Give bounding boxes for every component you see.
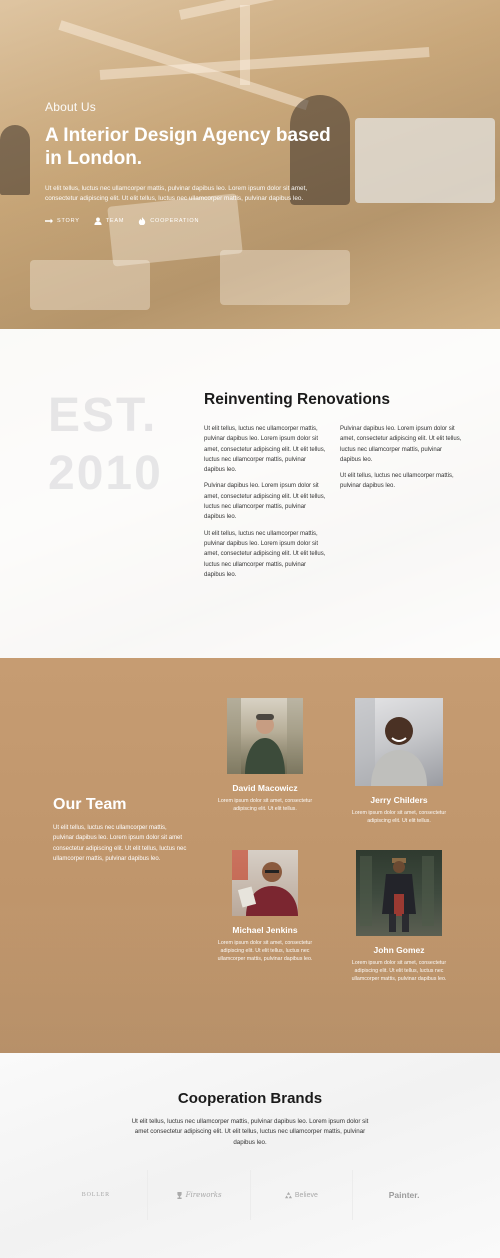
brands-description: Ut elit tellus, luctus nec ullamcorper m… <box>131 1118 369 1146</box>
avatar <box>227 698 303 774</box>
about-paragraph: Pulvinar dapibus leo. Lorem ipsum dolor … <box>340 426 462 463</box>
member-bio: Lorem ipsum dolor sit amet, consectetur … <box>351 960 447 982</box>
hero-eyebrow: About Us <box>45 100 96 114</box>
brand-name: Painter. <box>388 1190 420 1200</box>
cooperation-link[interactable]: COOPERATION <box>138 217 199 225</box>
team-link-label: TEAM <box>105 218 125 224</box>
member-bio: Lorem ipsum dolor sit amet, consectetur … <box>217 940 313 962</box>
about-column-left: Ut elit tellus, luctus nec ullamcorper m… <box>204 424 326 586</box>
avatar <box>232 850 298 916</box>
about-column-right: Pulvinar dapibus leo. Lorem ipsum dolor … <box>340 424 462 498</box>
watermark-line-2: 2010 <box>48 447 163 500</box>
hero-content: About Us A Interior Design Agency based … <box>45 100 345 225</box>
trophy-icon <box>177 1191 182 1199</box>
fire-icon <box>139 217 146 225</box>
team-member-michael: Michael Jenkins Lorem ipsum dolor sit am… <box>210 850 320 963</box>
arrow-right-icon <box>45 218 53 224</box>
member-photo <box>232 850 298 916</box>
hero-links: STORY TEAM COOPERATION <box>45 217 345 225</box>
brands-section: Cooperation Brands Ut elit tellus, luctu… <box>0 1053 500 1258</box>
member-name: Jerry Childers <box>370 795 428 805</box>
brand-logo-painter[interactable]: Painter. <box>353 1170 455 1220</box>
member-photo <box>355 698 443 786</box>
about-paragraph: Ut elit tellus, luctus nec ullamcorper m… <box>204 530 326 578</box>
team-member-jerry: Jerry Childers Lorem ipsum dolor sit ame… <box>343 698 455 826</box>
team-link[interactable]: TEAM <box>94 217 124 225</box>
about-title: Reinventing Renovations <box>204 391 391 408</box>
member-bio: Lorem ipsum dolor sit amet, consectetur … <box>351 810 447 824</box>
brands-title: Cooperation Brands <box>177 1090 323 1107</box>
hero-section: About Us A Interior Design Agency based … <box>0 0 500 329</box>
story-link[interactable]: STORY <box>45 217 80 225</box>
team-title: Our Team <box>53 796 127 813</box>
avatar <box>355 698 427 786</box>
user-icon <box>94 217 102 225</box>
member-bio: Lorem ipsum dolor sit amet, consectetur … <box>217 798 313 812</box>
hero-description: Ut elit tellus, luctus nec ullamcorper m… <box>45 185 308 202</box>
member-name: David Macowicz <box>232 783 298 793</box>
team-section: Our Team Ut elit tellus, luctus nec ulla… <box>0 658 500 1053</box>
about-section: EST. 2010 Reinventing Renovations Ut eli… <box>0 329 500 658</box>
brand-logo-fireworks[interactable]: Fireworks <box>148 1170 251 1220</box>
member-photo <box>356 850 442 936</box>
story-link-label: STORY <box>57 218 80 224</box>
brand-logo-believe[interactable]: Believe <box>251 1170 354 1220</box>
about-paragraph: Pulvinar dapibus leo. Lorem ipsum dolor … <box>204 483 326 521</box>
brands-background <box>0 1053 500 1258</box>
about-paragraph: Ut elit tellus, luctus nec ullamcorper m… <box>204 426 326 474</box>
recycle-icon <box>284 1191 292 1198</box>
avatar <box>360 856 434 932</box>
about-paragraph: Ut elit tellus, luctus nec ullamcorper m… <box>340 473 454 490</box>
member-name: John Gomez <box>373 945 425 955</box>
team-member-john: John Gomez Lorem ipsum dolor sit amet, c… <box>343 850 455 983</box>
brand-name: Believe <box>294 1191 318 1199</box>
brand-logo-boller[interactable]: BOLLER <box>45 1170 148 1220</box>
team-member-david: David Macowicz Lorem ipsum dolor sit ame… <box>210 698 320 814</box>
cooperation-link-label: COOPERATION <box>150 218 200 224</box>
brand-name: Fireworks <box>185 1191 222 1199</box>
hero-title: A Interior Design Agency based in London… <box>45 125 331 169</box>
established-watermark: EST. 2010 <box>48 387 163 503</box>
brand-name: BOLLER <box>81 1192 110 1198</box>
brand-logos: BOLLER Fireworks Believe Painter. <box>45 1170 455 1220</box>
team-description: Ut elit tellus, luctus nec ullamcorper m… <box>53 825 187 862</box>
member-photo <box>227 698 303 774</box>
watermark-line-1: EST. <box>48 389 158 442</box>
member-name: Michael Jenkins <box>232 925 298 935</box>
